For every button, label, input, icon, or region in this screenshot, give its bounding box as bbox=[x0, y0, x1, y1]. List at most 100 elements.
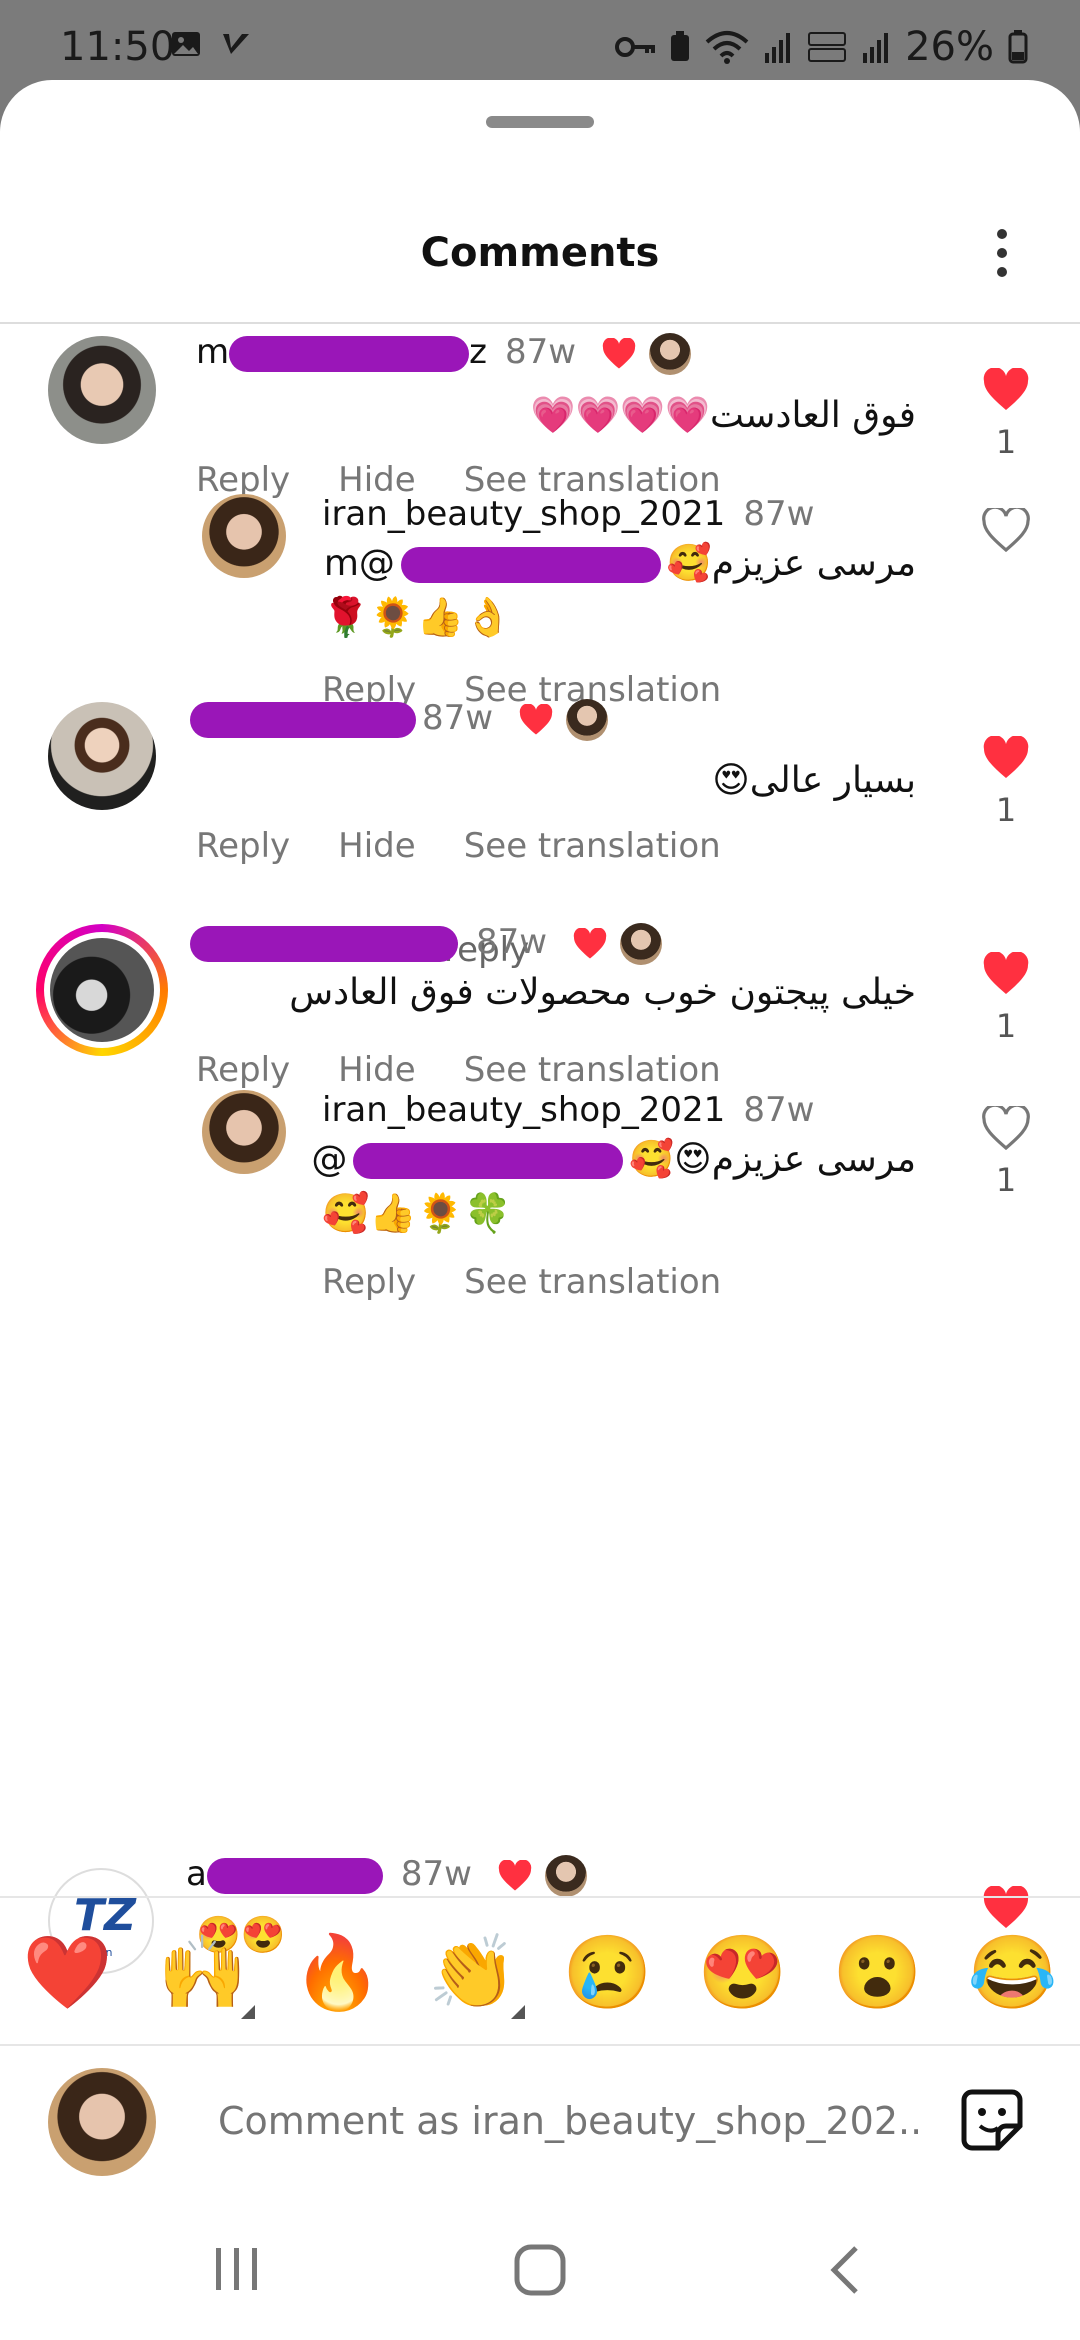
creator-liked-heart-icon bbox=[573, 927, 607, 959]
creator-avatar bbox=[565, 698, 608, 741]
comment-username[interactable]: m z 87w bbox=[196, 332, 691, 375]
comment-actions: Reply Hide See translation bbox=[196, 1050, 721, 1090]
redacted-username bbox=[190, 701, 416, 738]
wifi-icon bbox=[705, 31, 749, 64]
status-left-icons bbox=[170, 28, 252, 60]
current-user-avatar bbox=[48, 2068, 156, 2176]
creator-liked-heart-icon bbox=[519, 703, 553, 735]
creator-avatar bbox=[619, 922, 662, 965]
hide-button[interactable]: Hide bbox=[338, 1050, 416, 1090]
reaction-heart[interactable]: ❤️ bbox=[23, 1930, 113, 2015]
status-time: 11:50 bbox=[60, 24, 176, 70]
avatar[interactable] bbox=[48, 702, 156, 810]
redacted-username bbox=[190, 925, 458, 962]
like-button[interactable]: 1 bbox=[976, 735, 1036, 829]
reply-mention[interactable]: @ bbox=[311, 1139, 347, 1180]
like-count: 1 bbox=[995, 791, 1017, 829]
heart-filled-icon bbox=[983, 951, 1029, 994]
comment-username[interactable]: 87w bbox=[190, 698, 608, 741]
redacted-username bbox=[229, 335, 470, 372]
reaction-raising-hands[interactable]: 🙌 bbox=[158, 1930, 256, 2019]
home-icon[interactable] bbox=[514, 2244, 566, 2296]
like-button[interactable] bbox=[976, 505, 1036, 557]
reply-actions: Reply See translation bbox=[322, 1262, 721, 1302]
comment-input[interactable] bbox=[216, 2090, 920, 2152]
recent-apps-icon[interactable] bbox=[212, 2246, 262, 2292]
key-icon bbox=[615, 37, 656, 57]
comment-time: 87w bbox=[476, 922, 548, 962]
reply-time: 87w bbox=[743, 1090, 815, 1130]
comments-sheet: Comments m z 87w فوق العادست💗💗💗💗 Reply Hid… bbox=[0, 80, 1080, 2340]
signal-icon bbox=[765, 33, 791, 63]
system-nav-bar bbox=[0, 2194, 1080, 2340]
reaction-fire[interactable]: 🔥 bbox=[293, 1930, 383, 2015]
volte-icon bbox=[808, 32, 847, 62]
comment-username[interactable]: 87w bbox=[190, 922, 662, 965]
drag-handle[interactable] bbox=[486, 116, 594, 128]
creator-liked-heart-icon bbox=[602, 337, 636, 369]
reaction-laughing[interactable]: 😂 bbox=[968, 1930, 1058, 2015]
see-translation-button[interactable]: See translation bbox=[464, 1050, 721, 1090]
reply-time: 87w bbox=[743, 494, 815, 534]
comments-list[interactable]: m z 87w فوق العادست💗💗💗💗 Reply Hide See tra… bbox=[0, 324, 1080, 1976]
skin-tone-indicator-icon bbox=[241, 2004, 256, 2019]
reply-username[interactable]: iran_beauty_shop_2021 87w bbox=[322, 494, 814, 534]
creator-avatar bbox=[544, 1854, 587, 1897]
like-count: 1 bbox=[995, 1007, 1017, 1045]
reply-button[interactable]: Reply bbox=[196, 826, 290, 866]
avatar[interactable] bbox=[202, 494, 286, 578]
reply-button[interactable]: Reply bbox=[322, 1262, 416, 1302]
status-right: 26% bbox=[615, 24, 1028, 70]
reaction-heart-eyes[interactable]: 😍 bbox=[698, 1930, 788, 2015]
reply-text: مرسی عزیزم😍🥰@ bbox=[311, 1139, 916, 1180]
comment-username[interactable]: a 87w bbox=[186, 1854, 587, 1897]
reaction-crying[interactable]: 😢 bbox=[563, 1930, 653, 2015]
avatar-image bbox=[50, 938, 154, 1042]
reply-text: مرسی عزیزم🥰@m bbox=[323, 543, 916, 584]
sheet-title: Comments bbox=[420, 230, 660, 276]
avatar[interactable] bbox=[48, 336, 156, 444]
redacted-username bbox=[206, 1857, 383, 1894]
avatar[interactable] bbox=[202, 1090, 286, 1174]
skin-tone-indicator-icon bbox=[511, 2004, 526, 2019]
comment-text: فوق العادست💗💗💗💗 bbox=[530, 395, 916, 436]
comment-time: 87w bbox=[504, 332, 577, 372]
reply-username[interactable]: iran_beauty_shop_2021 87w bbox=[322, 1090, 814, 1130]
like-count: 1 bbox=[995, 423, 1017, 461]
battery-percent: 26% bbox=[905, 24, 994, 70]
redacted-mention bbox=[400, 547, 661, 583]
like-button[interactable]: 1 bbox=[976, 1103, 1036, 1199]
creator-avatar bbox=[648, 332, 691, 375]
reply-button[interactable]: Reply bbox=[196, 1050, 290, 1090]
comment-text: بسیار عالی😍 bbox=[712, 760, 916, 801]
comment-time: 87w bbox=[422, 698, 494, 738]
v-app-icon bbox=[223, 34, 249, 54]
like-button[interactable]: 1 bbox=[976, 367, 1036, 461]
sticker-icon[interactable] bbox=[958, 2086, 1026, 2154]
comment-time: 87w bbox=[400, 1854, 472, 1894]
comment-actions: Reply Hide See translation bbox=[196, 826, 721, 866]
heart-outline-icon bbox=[982, 505, 1030, 553]
reaction-clap[interactable]: 👏 bbox=[428, 1930, 526, 2019]
creator-liked-heart-icon bbox=[498, 1859, 531, 1891]
battery-icon bbox=[1008, 30, 1028, 64]
reaction-surprised[interactable]: 😮 bbox=[833, 1930, 923, 2015]
more-options-icon[interactable] bbox=[996, 228, 1008, 278]
gallery-icon bbox=[172, 32, 200, 56]
see-translation-button[interactable]: See translation bbox=[464, 1262, 721, 1302]
comment-text: خیلی پیجتون خوب محصولات فوق العادس bbox=[289, 972, 916, 1013]
see-translation-button[interactable]: See translation bbox=[464, 826, 721, 866]
avatar-story-ring[interactable] bbox=[36, 924, 168, 1056]
reply-text-line2: 🥰👍🌻🍀 bbox=[322, 1193, 512, 1235]
like-count: 1 bbox=[995, 1161, 1017, 1199]
quick-reactions-bar: ❤️ 🙌 🔥 👏 😢 😍 😮 😂 bbox=[0, 1896, 1080, 2046]
back-icon[interactable] bbox=[826, 2244, 862, 2296]
redacted-mention bbox=[353, 1143, 624, 1179]
reply-mention[interactable]: @m bbox=[324, 543, 395, 584]
comment-input-bar bbox=[0, 2044, 1080, 2196]
battery-saver-icon bbox=[671, 31, 690, 61]
heart-outline-icon bbox=[982, 1103, 1030, 1151]
hide-button[interactable]: Hide bbox=[338, 826, 416, 866]
like-button[interactable]: 1 bbox=[976, 951, 1036, 1045]
reply-text-line2: 🌹🌻👍👌 bbox=[322, 597, 512, 639]
